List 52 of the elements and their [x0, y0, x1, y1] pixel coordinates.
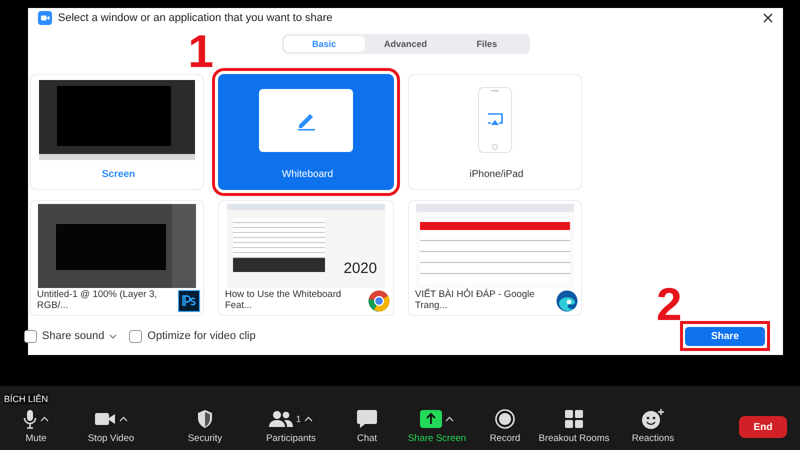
people-icon[interactable] — [268, 410, 293, 428]
caret-icon[interactable] — [119, 416, 128, 422]
share-option-tile[interactable]: iPhone/iPad — [408, 74, 582, 190]
window-preview-drawing: 2020 — [227, 204, 385, 288]
tile-label: How to Use the Whiteboard Feat... — [225, 290, 342, 312]
share-screen-icon[interactable] — [420, 410, 442, 428]
chat-bubble-icon[interactable] — [356, 409, 378, 429]
caret-icon[interactable] — [445, 416, 454, 422]
checkbox-label: Share sound — [42, 330, 104, 342]
share-option-tile[interactable]: VIẾT BÀI HỎI ĐÁP - Google Trang... — [408, 200, 582, 316]
share-button[interactable]: Share — [685, 327, 765, 346]
tile-label: iPhone/iPad — [470, 169, 524, 180]
microphone-icon[interactable] — [23, 409, 37, 429]
toolbar-label[interactable]: Participants — [266, 433, 316, 444]
toolbar-label[interactable]: Breakout Rooms — [538, 433, 610, 444]
tile-label: Untitled-1 @ 100% (Layer 3, RGB/... — [37, 290, 158, 312]
shield-icon[interactable] — [196, 409, 214, 429]
video-camera-icon[interactable] — [94, 411, 116, 427]
toolbar-label[interactable]: Record — [490, 433, 520, 444]
checkbox-label: Optimize for video clip — [147, 330, 256, 342]
step-number: 2 — [656, 281, 682, 327]
participant-name: BÍCH LIÊN — [4, 394, 48, 404]
close-icon[interactable] — [763, 13, 773, 23]
toolbar-label[interactable]: Stop Video — [88, 433, 134, 444]
toolbar-label[interactable]: Reactions — [632, 433, 674, 444]
participant-count: 1 — [296, 414, 301, 424]
tab[interactable]: Advanced — [364, 36, 446, 52]
camera-logo-icon — [38, 11, 52, 25]
phone-drawing — [478, 87, 512, 153]
tile-label: VIẾT BÀI HỎI ĐÁP - Google Trang... — [415, 290, 536, 312]
record-icon[interactable] — [495, 409, 515, 429]
step-number: 1 — [188, 28, 214, 74]
share-option-tile[interactable]: 2020 How to Use the Whiteboard Feat... — [218, 200, 394, 316]
app-icon — [178, 290, 200, 312]
toolbar-label[interactable]: Security — [188, 433, 222, 444]
four-squares-icon[interactable] — [565, 410, 583, 428]
browser-icon — [556, 290, 578, 312]
checkbox[interactable] — [129, 330, 142, 342]
toolbar-label[interactable]: Mute — [25, 433, 47, 444]
caret-icon[interactable] — [40, 416, 49, 422]
window-title: Select a window or an application that you want to share — [58, 12, 333, 24]
browser-icon — [368, 290, 390, 312]
share-option-tile[interactable]: Untitled-1 @ 100% (Layer 3, RGB/... — [30, 200, 204, 316]
tab[interactable]: Files — [446, 36, 528, 52]
toolbar-label[interactable]: Chat — [356, 433, 378, 444]
caret-icon[interactable] — [304, 416, 313, 422]
tile-label: Whiteboard — [282, 169, 334, 180]
toolbar-label[interactable]: Share Screen — [408, 433, 466, 444]
end-button[interactable]: End — [739, 416, 787, 438]
checkbox[interactable] — [24, 330, 37, 342]
tile-label: Screen — [102, 169, 136, 180]
smiley-plus-icon[interactable] — [641, 408, 665, 430]
